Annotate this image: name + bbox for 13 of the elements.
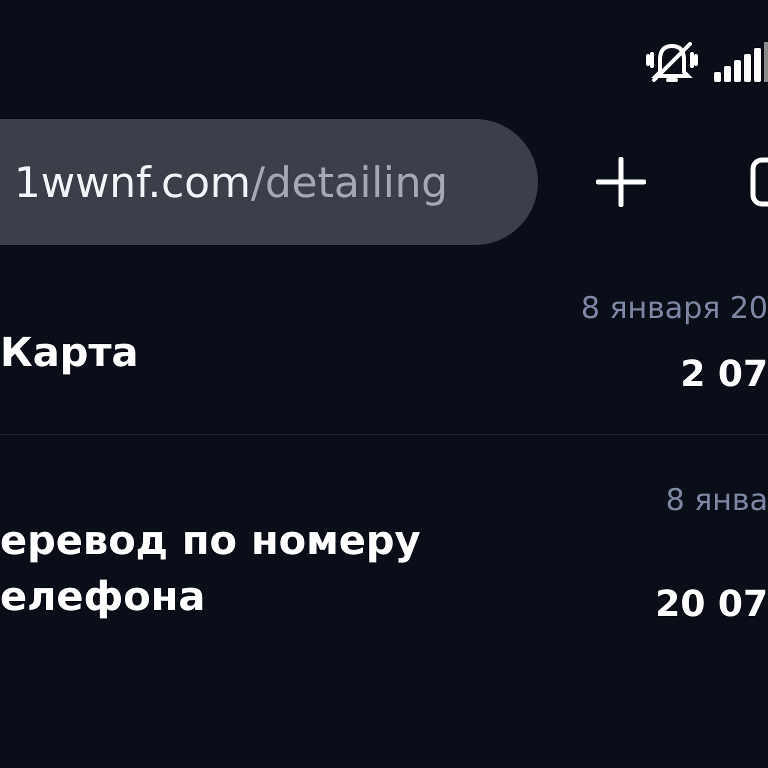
tabs-icon[interactable] [750,157,768,208]
transaction-amount: 20 07 [655,584,768,625]
transaction-title: еревод по номеру елефона [0,516,422,622]
transaction-title: Карта [0,329,140,378]
url-domain: 1wwnf.com [14,158,251,207]
signal-icon [712,40,768,84]
address-bar[interactable]: 1wwnf.com/detailing [0,119,538,246]
muted-bell-icon [644,40,700,84]
transaction-date: 8 января 20 [580,291,768,326]
url-path: /detailing [250,158,448,207]
transaction-amount: 2 07 [680,354,768,396]
transaction-date: 8 янва [666,482,768,518]
plus-icon[interactable] [596,157,646,208]
